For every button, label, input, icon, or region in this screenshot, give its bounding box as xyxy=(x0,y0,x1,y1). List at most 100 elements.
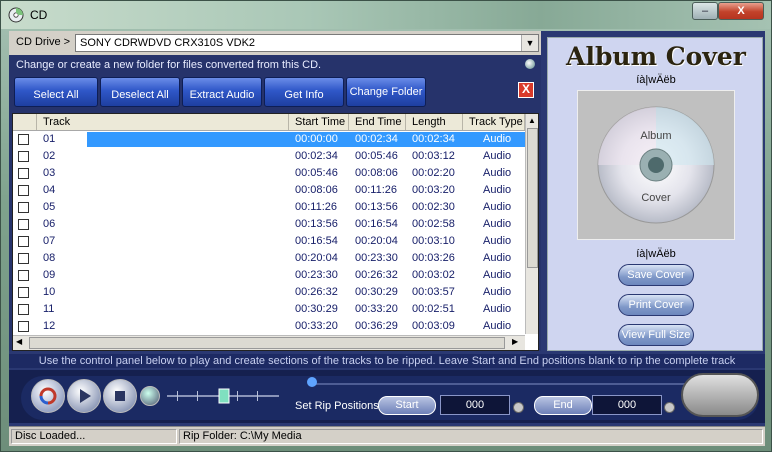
header-length[interactable]: Length xyxy=(406,114,463,130)
cell-start: 00:26:32 xyxy=(295,286,338,298)
rip-position-thumb[interactable] xyxy=(307,377,317,387)
album-artist-bottom: íà|wÄëb xyxy=(636,248,676,260)
horizontal-scrollbar[interactable]: ◀ ▶ xyxy=(13,335,525,350)
cell-type: Audio xyxy=(483,150,512,162)
header-start-time[interactable]: Start Time xyxy=(289,114,349,130)
change-folder-button[interactable]: Change Folder xyxy=(346,77,426,107)
track-checkbox[interactable] xyxy=(18,270,29,281)
cell-track: 12 xyxy=(43,320,56,332)
header-track-type[interactable]: Track Type xyxy=(463,114,525,130)
cd-drive-row: CD Drive > SONY CDRWDVD CRX310S VDK2 ▼ xyxy=(9,31,541,55)
track-checkbox[interactable] xyxy=(18,236,29,247)
seek-slider[interactable] xyxy=(167,386,279,406)
track-checkbox[interactable] xyxy=(18,304,29,315)
end-button[interactable]: End xyxy=(534,396,592,415)
cover-placeholder-top: Album xyxy=(640,130,671,142)
track-checkbox[interactable] xyxy=(18,134,29,145)
album-cover-title: Album Cover xyxy=(566,42,746,71)
play-button[interactable] xyxy=(67,379,101,413)
get-info-button[interactable]: Get Info xyxy=(264,77,344,107)
folder-hint: Change or create a new folder for files … xyxy=(16,59,322,71)
table-row[interactable]: 10 00:26:32 00:30:29 00:03:57 Audio xyxy=(13,284,525,301)
cell-length: 00:02:34 xyxy=(412,133,455,145)
header-track[interactable]: Track xyxy=(37,114,289,130)
horizontal-scroll-thumb[interactable] xyxy=(29,337,505,349)
print-cover-button[interactable]: Print Cover xyxy=(618,294,694,316)
stop-button[interactable] xyxy=(103,379,137,413)
extract-audio-button[interactable]: Extract Audio xyxy=(182,77,262,107)
track-checkbox[interactable] xyxy=(18,253,29,264)
table-row[interactable]: 07 00:16:54 00:20:04 00:03:10 Audio xyxy=(13,233,525,250)
album-cover-image[interactable]: Album Cover xyxy=(577,90,735,240)
set-rip-positions-label: Set Rip Positions xyxy=(295,400,379,412)
cell-start: 00:00:00 xyxy=(295,133,338,145)
refresh-button[interactable] xyxy=(31,379,65,413)
select-all-button[interactable]: Select All xyxy=(14,77,98,107)
track-checkbox[interactable] xyxy=(18,287,29,298)
scroll-left-icon[interactable]: ◀ xyxy=(16,337,22,346)
vertical-scrollbar[interactable]: ▲ xyxy=(525,114,538,334)
table-row[interactable]: 02 00:02:34 00:05:46 00:03:12 Audio xyxy=(13,148,525,165)
table-row[interactable]: 05 00:11:26 00:13:56 00:02:30 Audio xyxy=(13,199,525,216)
tracks-panel: CD Drive > SONY CDRWDVD CRX310S VDK2 ▼ C… xyxy=(9,31,541,351)
rip-button[interactable] xyxy=(681,373,759,417)
table-row[interactable]: 11 00:30:29 00:33:20 00:02:51 Audio xyxy=(13,301,525,318)
table-row[interactable]: 12 00:33:20 00:36:29 00:03:09 Audio xyxy=(13,318,525,335)
start-button[interactable]: Start xyxy=(378,396,436,415)
header-checkbox-col[interactable] xyxy=(13,114,37,130)
cell-track: 01 xyxy=(43,133,56,145)
scroll-up-icon[interactable]: ▲ xyxy=(528,116,536,125)
cell-type: Audio xyxy=(483,184,512,196)
table-row[interactable]: 08 00:20:04 00:23:30 00:03:26 Audio xyxy=(13,250,525,267)
cell-end: 00:05:46 xyxy=(355,150,398,162)
table-row[interactable]: 01 00:00:00 00:02:34 00:02:34 Audio xyxy=(13,131,525,148)
cell-end: 00:11:26 xyxy=(355,184,398,196)
cell-length: 00:03:12 xyxy=(412,150,455,162)
control-panel-hint: Use the control panel below to play and … xyxy=(9,354,765,368)
close-window-button[interactable]: X xyxy=(718,2,764,20)
rip-position-track[interactable] xyxy=(309,383,689,385)
view-full-size-button[interactable]: View Full Size xyxy=(618,324,694,346)
stop-icon xyxy=(115,391,125,401)
header-end-time[interactable]: End Time xyxy=(349,114,406,130)
minimize-button[interactable]: – xyxy=(692,2,718,20)
track-checkbox[interactable] xyxy=(18,185,29,196)
track-checkbox[interactable] xyxy=(18,168,29,179)
cell-start: 00:08:06 xyxy=(295,184,338,196)
cell-track: 08 xyxy=(43,252,56,264)
cell-type: Audio xyxy=(483,218,512,230)
disc-icon: Album Cover xyxy=(597,106,715,224)
status-bar: Disc Loaded... Rip Folder: C:\My Media xyxy=(9,426,765,446)
chevron-down-icon[interactable]: ▼ xyxy=(521,35,538,51)
main-client: CD Drive > SONY CDRWDVD CRX310S VDK2 ▼ C… xyxy=(9,31,765,446)
cell-length: 00:03:26 xyxy=(412,252,455,264)
end-position-field[interactable]: 000 xyxy=(592,395,662,415)
control-panel: Set Rip Positions Start 000 End 000 xyxy=(9,370,765,423)
cell-end: 00:16:54 xyxy=(355,218,398,230)
cell-track: 02 xyxy=(43,150,56,162)
cell-length: 00:03:20 xyxy=(412,184,455,196)
vertical-scroll-thumb[interactable] xyxy=(527,128,538,268)
scroll-right-icon[interactable]: ▶ xyxy=(512,337,518,346)
cell-type: Audio xyxy=(483,167,512,179)
cell-track: 10 xyxy=(43,286,56,298)
end-reset-icon[interactable] xyxy=(664,402,675,413)
close-panel-icon[interactable]: X xyxy=(518,82,534,98)
deselect-all-button[interactable]: Deselect All xyxy=(100,77,180,107)
cd-drive-select[interactable]: SONY CDRWDVD CRX310S VDK2 ▼ xyxy=(75,34,539,52)
table-row[interactable]: 09 00:23:30 00:26:32 00:03:02 Audio xyxy=(13,267,525,284)
track-checkbox[interactable] xyxy=(18,219,29,230)
cell-track: 06 xyxy=(43,218,56,230)
table-row[interactable]: 06 00:13:56 00:16:54 00:02:58 Audio xyxy=(13,216,525,233)
save-cover-button[interactable]: Save Cover xyxy=(618,264,694,286)
start-position-field[interactable]: 000 xyxy=(440,395,510,415)
volume-knob-icon[interactable] xyxy=(140,386,160,406)
track-checkbox[interactable] xyxy=(18,202,29,213)
cell-end: 00:13:56 xyxy=(355,201,398,213)
table-row[interactable]: 04 00:08:06 00:11:26 00:03:20 Audio xyxy=(13,182,525,199)
table-row[interactable]: 03 00:05:46 00:08:06 00:02:20 Audio xyxy=(13,165,525,182)
track-checkbox[interactable] xyxy=(18,321,29,332)
start-reset-icon[interactable] xyxy=(513,402,524,413)
play-icon xyxy=(80,389,91,403)
track-checkbox[interactable] xyxy=(18,151,29,162)
